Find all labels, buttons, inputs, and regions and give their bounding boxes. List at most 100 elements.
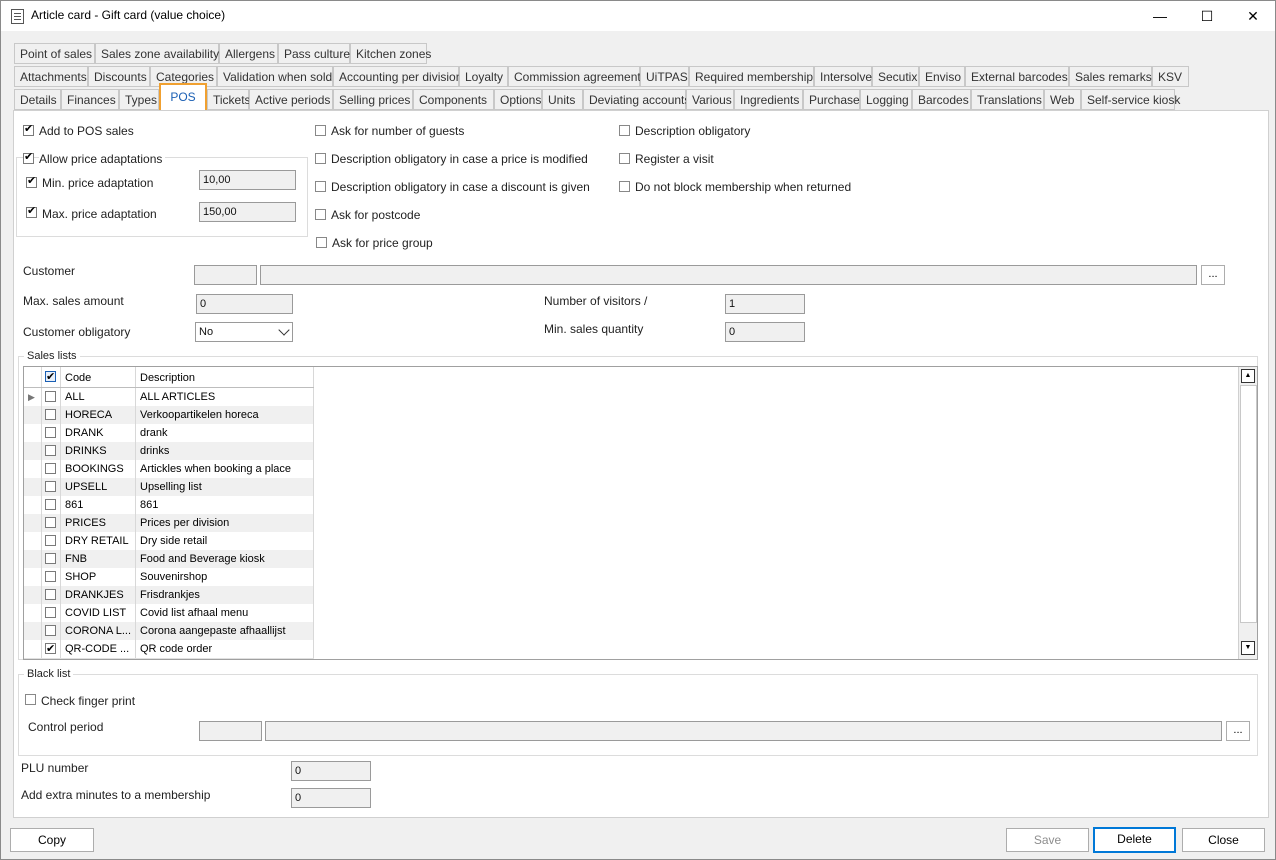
- delete-button[interactable]: Delete: [1093, 827, 1176, 853]
- table-row[interactable]: UPSELL Upselling list: [24, 478, 314, 497]
- tab-details[interactable]: Details: [14, 89, 61, 110]
- tab-allergens[interactable]: Allergens: [219, 43, 278, 64]
- customer-lookup-button[interactable]: ...: [1201, 265, 1225, 285]
- desc-price-modified-checkbox[interactable]: [315, 153, 326, 164]
- tab-options[interactable]: Options: [494, 89, 542, 110]
- tab-units[interactable]: Units: [542, 89, 583, 110]
- tab-discounts[interactable]: Discounts: [88, 66, 150, 87]
- register-visit-checkbox[interactable]: [619, 153, 630, 164]
- tab-ingredients[interactable]: Ingredients: [734, 89, 803, 110]
- tab-sales-zone-availability[interactable]: Sales zone availability: [95, 43, 219, 64]
- tab-point-of-sales[interactable]: Point of sales: [14, 43, 95, 64]
- min-qty-field[interactable]: 0: [725, 322, 805, 342]
- tab-kitchen-zones[interactable]: Kitchen zones: [350, 43, 431, 64]
- ask-postcode-checkbox[interactable]: [315, 209, 326, 220]
- check-finger-checkbox[interactable]: [25, 694, 36, 705]
- tab-finances[interactable]: Finances: [61, 89, 119, 110]
- customer-name-field[interactable]: [260, 265, 1197, 285]
- row-checkbox[interactable]: [45, 571, 56, 582]
- tab-selling-prices[interactable]: Selling prices: [333, 89, 413, 110]
- tab-validation-when-sold[interactable]: Validation when sold: [217, 66, 333, 87]
- copy-button[interactable]: Copy: [10, 828, 94, 852]
- tab-attachments[interactable]: Attachments: [14, 66, 88, 87]
- tab-translations[interactable]: Translations: [971, 89, 1044, 110]
- tab-deviating-accounts[interactable]: Deviating accounts: [583, 89, 690, 110]
- control-period-name-field[interactable]: [265, 721, 1222, 741]
- table-row[interactable]: SHOP Souvenirshop: [24, 568, 314, 587]
- close-button[interactable]: Close: [1182, 828, 1265, 852]
- scroll-thumb[interactable]: [1240, 385, 1257, 623]
- row-checkbox[interactable]: [45, 607, 56, 618]
- row-checkbox[interactable]: [45, 499, 56, 510]
- min-price-field[interactable]: 10,00: [199, 170, 296, 190]
- tab-barcodes[interactable]: Barcodes: [912, 89, 971, 110]
- tab-required-membership[interactable]: Required membership: [689, 66, 814, 87]
- max-price-field[interactable]: 150,00: [199, 202, 296, 222]
- table-row[interactable]: 861 861: [24, 496, 314, 515]
- table-row[interactable]: ▶ ALL ALL ARTICLES: [24, 388, 314, 407]
- row-checkbox[interactable]: [45, 445, 56, 456]
- tab-various[interactable]: Various: [686, 89, 734, 110]
- desc-discount-checkbox[interactable]: [315, 181, 326, 192]
- table-row[interactable]: BOOKINGS Artickles when booking a place: [24, 460, 314, 479]
- add-to-pos-checkbox[interactable]: [23, 122, 34, 136]
- table-row[interactable]: PRICES Prices per division: [24, 514, 314, 533]
- scroll-up-icon[interactable]: ▲: [1241, 369, 1255, 383]
- minimize-button[interactable]: —: [1137, 1, 1183, 31]
- row-checkbox[interactable]: [45, 463, 56, 474]
- row-checkbox[interactable]: [45, 589, 56, 600]
- customer-obligatory-select[interactable]: No: [195, 322, 293, 342]
- scroll-down-icon[interactable]: ▼: [1241, 641, 1255, 655]
- tab-secutix[interactable]: Secutix: [872, 66, 919, 87]
- tab-purchase[interactable]: Purchase: [803, 89, 860, 110]
- row-checkbox[interactable]: [45, 535, 56, 546]
- row-checkbox[interactable]: [45, 427, 56, 438]
- row-checkbox[interactable]: [45, 553, 56, 564]
- close-window-button[interactable]: ✕: [1230, 1, 1276, 31]
- table-row[interactable]: HORECA Verkoopartikelen horeca: [24, 406, 314, 425]
- tab-external-barcodes[interactable]: External barcodes: [965, 66, 1069, 87]
- tab-intersolve[interactable]: Intersolve: [814, 66, 872, 87]
- tab-types[interactable]: Types: [119, 89, 159, 110]
- tab-web[interactable]: Web: [1044, 89, 1081, 110]
- row-checkbox[interactable]: [45, 481, 56, 492]
- tab-components[interactable]: Components: [413, 89, 494, 110]
- code-column-header[interactable]: Code: [61, 367, 136, 387]
- max-sales-field[interactable]: 0: [196, 294, 293, 314]
- table-row[interactable]: DRINKS drinks: [24, 442, 314, 461]
- tab-self-service-kiosk[interactable]: Self-service kiosk: [1081, 89, 1180, 110]
- customer-code-field[interactable]: [194, 265, 257, 285]
- tab-ksv[interactable]: KSV: [1152, 66, 1189, 87]
- desc-obligatory-checkbox[interactable]: [619, 125, 630, 136]
- table-row[interactable]: DRY RETAIL Dry side retail: [24, 532, 314, 551]
- row-checkbox[interactable]: [45, 640, 56, 658]
- max-price-checkbox[interactable]: [26, 204, 37, 218]
- min-price-checkbox[interactable]: [26, 174, 37, 188]
- select-all-checkbox[interactable]: [45, 368, 56, 386]
- tab-tickets[interactable]: Tickets: [207, 89, 251, 110]
- table-row[interactable]: COVID LIST Covid list afhaal menu: [24, 604, 314, 623]
- table-row[interactable]: CORONA L... Corona aangepaste afhaallijst: [24, 622, 314, 641]
- grid-scrollbar[interactable]: ▲ ▼: [1238, 367, 1257, 659]
- tab-loyalty[interactable]: Loyalty: [459, 66, 508, 87]
- visitors-field[interactable]: 1: [725, 294, 805, 314]
- tab-accounting-per-division[interactable]: Accounting per division: [333, 66, 462, 87]
- tab-commission-agreement[interactable]: Commission agreement: [508, 66, 641, 87]
- allow-price-checkbox[interactable]: [23, 150, 34, 164]
- ask-price-group-checkbox[interactable]: [316, 237, 327, 248]
- tab-enviso[interactable]: Enviso: [919, 66, 965, 87]
- row-checkbox[interactable]: [45, 517, 56, 528]
- plu-field[interactable]: 0: [291, 761, 371, 781]
- row-checkbox[interactable]: [45, 409, 56, 420]
- ask-guests-checkbox[interactable]: [315, 125, 326, 136]
- maximize-button[interactable]: ☐: [1184, 1, 1230, 31]
- tab-active-periods[interactable]: Active periods: [249, 89, 333, 110]
- table-row[interactable]: DRANK drank: [24, 424, 314, 443]
- row-checkbox[interactable]: [45, 391, 56, 402]
- control-period-code-field[interactable]: [199, 721, 262, 741]
- save-button[interactable]: Save: [1006, 828, 1089, 852]
- extra-minutes-field[interactable]: 0: [291, 788, 371, 808]
- table-row[interactable]: QR-CODE ...QR code order: [24, 640, 314, 659]
- table-row[interactable]: DRANKJES Frisdrankjes: [24, 586, 314, 605]
- description-column-header[interactable]: Description: [136, 367, 314, 387]
